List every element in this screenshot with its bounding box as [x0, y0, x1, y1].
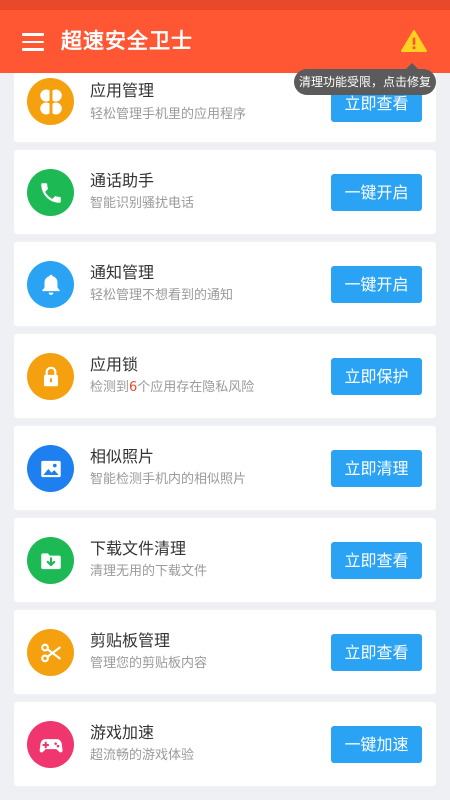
photo-icon — [27, 445, 74, 492]
app-grid-icon — [27, 78, 74, 125]
item-title: 应用锁 — [90, 355, 139, 374]
app-header: 超速安全卫士 — [0, 10, 450, 73]
fix-tooltip[interactable]: 清理功能受限，点击修复 — [294, 63, 436, 95]
item-desc: 智能识别骚扰电话 — [90, 196, 195, 211]
enable-button[interactable]: 一键开启 — [331, 266, 422, 303]
item-title: 应用管理 — [90, 81, 155, 100]
app-title: 超速安全卫士 — [61, 29, 193, 53]
list-item-download-cleanup[interactable]: 下载文件清理 清理无用的下载文件 立即查看 — [14, 518, 436, 602]
list-item-game-boost[interactable]: 游戏加速 超流畅的游戏体验 一键加速 — [14, 702, 436, 786]
list-item-call-assistant[interactable]: 通话助手 智能识别骚扰电话 一键开启 — [14, 150, 436, 234]
view-button[interactable]: 立即查看 — [331, 634, 422, 671]
menu-icon[interactable] — [22, 33, 44, 51]
item-title: 相似照片 — [90, 447, 155, 466]
scissors-icon — [27, 629, 74, 676]
item-desc: 检测到6个应用存在隐私风险 — [90, 380, 255, 395]
item-desc: 管理您的剪贴板内容 — [90, 656, 208, 671]
item-title: 游戏加速 — [90, 723, 155, 742]
list-item-notification-manager[interactable]: 通知管理 轻松管理不想看到的通知 一键开启 — [14, 242, 436, 326]
item-title: 通话助手 — [90, 171, 155, 190]
boost-button[interactable]: 一键加速 — [331, 726, 422, 763]
item-desc: 清理无用的下载文件 — [90, 564, 208, 579]
bell-icon — [27, 261, 74, 308]
item-desc: 轻松管理不想看到的通知 — [90, 288, 234, 303]
item-desc: 轻松管理手机里的应用程序 — [90, 107, 247, 122]
enable-button[interactable]: 一键开启 — [331, 174, 422, 211]
gamepad-icon — [27, 721, 74, 768]
status-bar — [0, 0, 450, 10]
list-item-similar-photos[interactable]: 相似照片 智能检测手机内的相似照片 立即清理 — [14, 426, 436, 510]
list-item-clipboard-manager[interactable]: 剪贴板管理 管理您的剪贴板内容 立即查看 — [14, 610, 436, 694]
protect-button[interactable]: 立即保护 — [331, 358, 422, 395]
clean-button[interactable]: 立即清理 — [331, 450, 422, 487]
item-desc: 智能检测手机内的相似照片 — [90, 472, 247, 487]
item-title: 下载文件清理 — [90, 539, 187, 558]
item-title: 剪贴板管理 — [90, 631, 171, 650]
item-desc: 超流畅的游戏体验 — [90, 748, 195, 763]
lock-icon — [27, 353, 74, 400]
list-item-app-lock[interactable]: 应用锁 检测到6个应用存在隐私风险 立即保护 — [14, 334, 436, 418]
phone-icon — [27, 169, 74, 216]
view-button[interactable]: 立即查看 — [331, 542, 422, 579]
warning-icon[interactable] — [401, 29, 427, 53]
feature-list: 应用管理 轻松管理手机里的应用程序 立即查看 通话助手 智能识别骚扰电话 一键开… — [14, 73, 436, 794]
item-title: 通知管理 — [90, 263, 155, 282]
download-folder-icon — [27, 537, 74, 584]
